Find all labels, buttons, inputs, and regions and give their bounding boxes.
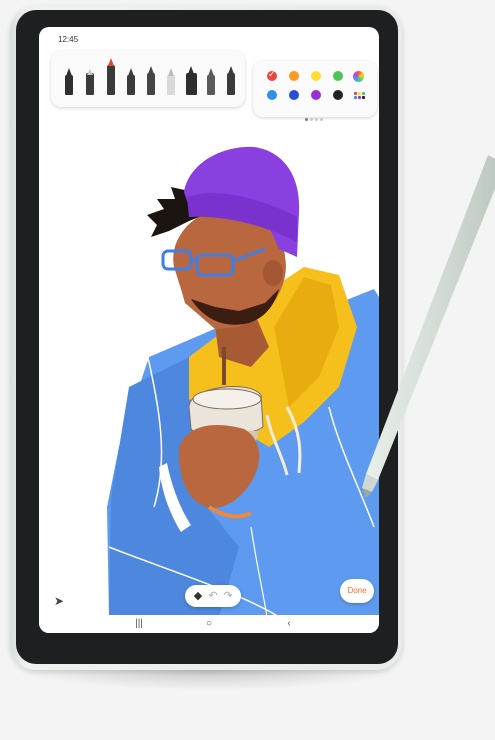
pen-tool-4[interactable] [127,68,135,95]
done-button[interactable]: Done [340,579,374,603]
palette-grid-icon[interactable] [354,92,365,100]
palette-page-indicator [305,108,325,126]
product-photo: 12:45 ✓ ➤ ◆ ↶ ↷ Done ||| ○ ‹ [0,0,495,740]
pen-tool-1[interactable] [65,68,73,95]
pen-tool-3[interactable] [107,58,115,95]
eraser-icon[interactable]: ◆ [191,589,205,603]
swatch-purple[interactable] [311,90,321,100]
pen-tool-6[interactable] [167,68,175,95]
swatch-red[interactable] [267,69,277,81]
swatch-orange[interactable] [289,71,299,81]
swatch-black[interactable] [333,90,343,100]
pen-tool-5[interactable] [147,66,155,95]
tablet-screen: 12:45 ✓ ➤ ◆ ↶ ↷ Done ||| ○ ‹ [39,27,379,633]
swatch-blue[interactable] [267,90,277,100]
edit-toolbar: ◆ ↶ ↷ [185,585,241,607]
share-icon[interactable]: ➤ [51,593,67,609]
pen-tool-9[interactable] [227,66,235,95]
pen-toolbar [51,51,245,107]
drawing-canvas[interactable] [39,27,379,633]
undo-icon[interactable]: ↶ [206,589,220,603]
swatch-green[interactable] [333,71,343,81]
color-wheel-icon[interactable] [353,71,364,82]
redo-icon[interactable]: ↷ [221,589,235,603]
ear [263,260,283,286]
pen-tool-8[interactable] [207,68,215,95]
s-pen-stylus [362,155,495,498]
home-button[interactable]: ○ [201,617,217,631]
swatch-dark-blue[interactable] [289,90,299,100]
back-button[interactable]: ‹ [281,617,297,631]
color-toolbar [253,61,377,121]
swatch-yellow[interactable] [311,71,321,81]
pen-tool-7[interactable] [186,66,197,95]
system-nav-bar: ||| ○ ‹ [39,615,379,633]
status-time: 12:45 [58,35,79,44]
recents-button[interactable]: ||| [131,617,147,631]
pen-tool-2[interactable] [86,69,94,95]
